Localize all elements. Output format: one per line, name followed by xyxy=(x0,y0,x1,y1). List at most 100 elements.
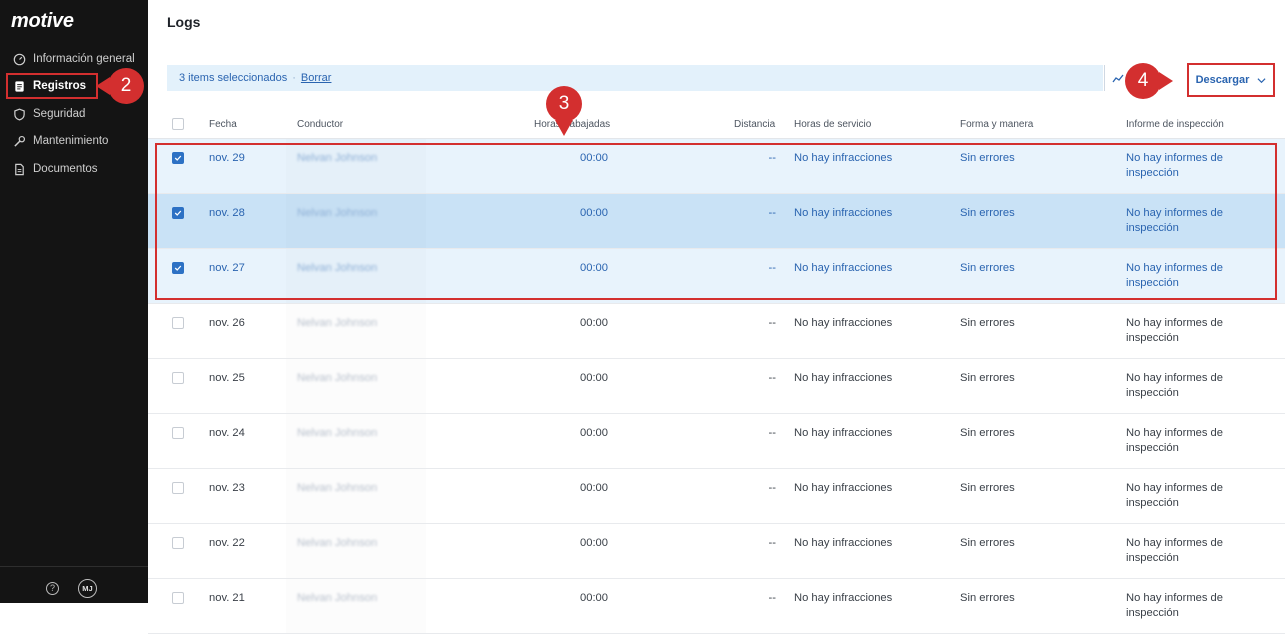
driver-column-shade xyxy=(286,359,426,413)
sidebar-item-label: Información general xyxy=(33,53,135,65)
cell-date[interactable]: nov. 29 xyxy=(209,152,245,164)
cell-inspection-report[interactable]: No hay informes de inspección xyxy=(1126,371,1272,401)
cell-driver: Nelvan Johnson xyxy=(297,207,378,219)
cell-date[interactable]: nov. 22 xyxy=(209,537,245,549)
cell-hours-of-service[interactable]: No hay infracciones xyxy=(794,207,892,219)
table-row[interactable]: nov. 24 Nelvan Johnson 00:00 -- No hay infra… xyxy=(148,414,1285,469)
chevron-down-icon xyxy=(1257,77,1266,83)
selection-separator: · xyxy=(292,72,296,84)
selection-bar: 3 items seleccionados · Borrar xyxy=(167,65,1103,91)
cell-hours-of-service[interactable]: No hay infracciones xyxy=(794,317,892,329)
row-checkbox[interactable] xyxy=(172,317,184,329)
table-row[interactable]: nov. 26 Nelvan Johnson 00:00 -- No hay infra… xyxy=(148,304,1285,359)
cell-hours-of-service[interactable]: No hay infracciones xyxy=(794,427,892,439)
row-checkbox[interactable] xyxy=(172,372,184,384)
cell-inspection-report[interactable]: No hay informes de inspección xyxy=(1126,206,1272,236)
driver-column-shade xyxy=(286,304,426,358)
motive-logo[interactable]: motive xyxy=(11,10,74,33)
cell-hours-of-service[interactable]: No hay infracciones xyxy=(794,152,892,164)
cell-date[interactable]: nov. 28 xyxy=(209,207,245,219)
cell-hours: 00:00 xyxy=(580,537,608,549)
cell-form-and-manner: Sin errores xyxy=(960,482,1015,494)
help-icon[interactable]: ? xyxy=(46,582,59,595)
cell-inspection-report[interactable]: No hay informes de inspección xyxy=(1126,591,1272,621)
cell-hours: 00:00 xyxy=(580,372,608,384)
cell-driver: Nelvan Johnson xyxy=(297,482,378,494)
table-row[interactable]: nov. 29 Nelvan Johnson 00:00 -- No hay infra… xyxy=(148,139,1285,194)
sidebar-item-label: Mantenimiento xyxy=(33,135,109,147)
avatar[interactable]: MJ xyxy=(78,579,97,598)
driver-column-shade xyxy=(286,414,426,468)
sidebar-item-documentos[interactable]: Documentos xyxy=(7,157,147,181)
sidebar-item-label: Seguridad xyxy=(33,108,86,120)
cell-distance: -- xyxy=(768,427,776,439)
table-row[interactable]: nov. 28 Nelvan Johnson 00:00 -- No hay infra… xyxy=(148,194,1285,249)
cell-distance: -- xyxy=(768,317,776,329)
cell-inspection-report[interactable]: No hay informes de inspección xyxy=(1126,536,1272,566)
table-row[interactable]: nov. 22 Nelvan Johnson 00:00 -- No hay infra… xyxy=(148,524,1285,579)
cell-inspection-report[interactable]: No hay informes de inspección xyxy=(1126,151,1272,181)
cell-date[interactable]: nov. 24 xyxy=(209,427,245,439)
column-header-inspection-report[interactable]: Informe de inspección xyxy=(1126,119,1224,130)
cell-inspection-report[interactable]: No hay informes de inspección xyxy=(1126,316,1272,346)
cell-hours-of-service[interactable]: No hay infracciones xyxy=(794,537,892,549)
cell-hours-of-service[interactable]: No hay infracciones xyxy=(794,482,892,494)
cell-hours: 00:00 xyxy=(580,262,608,274)
cell-hours: 00:00 xyxy=(580,152,608,164)
row-checkbox[interactable] xyxy=(172,592,184,604)
wrench-icon xyxy=(13,135,26,148)
row-checkbox[interactable] xyxy=(172,152,184,164)
chart-icon[interactable] xyxy=(1112,72,1126,86)
column-header-date[interactable]: Fecha xyxy=(209,119,237,130)
table-row[interactable]: nov. 23 Nelvan Johnson 00:00 -- No hay infra… xyxy=(148,469,1285,524)
driver-column-shade xyxy=(286,524,426,578)
check-icon xyxy=(174,155,182,161)
row-checkbox[interactable] xyxy=(172,262,184,274)
select-all-checkbox[interactable] xyxy=(172,118,184,130)
sidebar-item-mantenimiento[interactable]: Mantenimiento xyxy=(7,129,147,153)
table-row[interactable]: nov. 27 Nelvan Johnson 00:00 -- No hay infra… xyxy=(148,249,1285,304)
row-checkbox[interactable] xyxy=(172,482,184,494)
clear-selection-link[interactable]: Borrar xyxy=(301,72,332,84)
cell-form-and-manner: Sin errores xyxy=(960,317,1015,329)
cell-inspection-report[interactable]: No hay informes de inspección xyxy=(1126,261,1272,291)
check-icon xyxy=(174,265,182,271)
column-header-form-and-manner[interactable]: Forma y manera xyxy=(960,119,1033,130)
cell-form-and-manner: Sin errores xyxy=(960,372,1015,384)
cell-form-and-manner: Sin errores xyxy=(960,152,1015,164)
sidebar-divider xyxy=(0,566,148,567)
download-button[interactable]: Descargar xyxy=(1187,63,1275,97)
column-header-driver[interactable]: Conductor xyxy=(297,119,343,130)
row-checkbox[interactable] xyxy=(172,207,184,219)
cell-driver: Nelvan Johnson xyxy=(297,317,378,329)
cell-hours: 00:00 xyxy=(580,427,608,439)
row-checkbox[interactable] xyxy=(172,537,184,549)
cell-distance: -- xyxy=(768,537,776,549)
page-title: Logs xyxy=(167,14,201,30)
cell-driver: Nelvan Johnson xyxy=(297,537,378,549)
callout-step-4: 4 xyxy=(1125,63,1161,99)
cell-inspection-report[interactable]: No hay informes de inspección xyxy=(1126,426,1272,456)
cell-date[interactable]: nov. 26 xyxy=(209,317,245,329)
column-header-hours-of-service[interactable]: Horas de servicio xyxy=(794,119,871,130)
shield-icon xyxy=(13,108,26,121)
cell-date[interactable]: nov. 27 xyxy=(209,262,245,274)
cell-date[interactable]: nov. 21 xyxy=(209,592,245,604)
cell-distance: -- xyxy=(768,482,776,494)
cell-hours-of-service[interactable]: No hay infracciones xyxy=(794,262,892,274)
column-header-distance[interactable]: Distancia xyxy=(734,119,775,130)
cell-date[interactable]: nov. 25 xyxy=(209,372,245,384)
annotation-highlight-registros xyxy=(6,73,98,99)
table-row[interactable]: nov. 21 Nelvan Johnson 00:00 -- No hay infra… xyxy=(148,579,1285,634)
row-checkbox[interactable] xyxy=(172,427,184,439)
sidebar-item-seguridad[interactable]: Seguridad xyxy=(7,102,147,126)
cell-form-and-manner: Sin errores xyxy=(960,592,1015,604)
cell-inspection-report[interactable]: No hay informes de inspección xyxy=(1126,481,1272,511)
cell-hours-of-service[interactable]: No hay infracciones xyxy=(794,592,892,604)
cell-date[interactable]: nov. 23 xyxy=(209,482,245,494)
table-row[interactable]: nov. 25 Nelvan Johnson 00:00 -- No hay infra… xyxy=(148,359,1285,414)
cell-driver: Nelvan Johnson xyxy=(297,152,378,164)
file-icon xyxy=(13,163,26,176)
cell-hours-of-service[interactable]: No hay infracciones xyxy=(794,372,892,384)
cell-distance: -- xyxy=(768,207,776,219)
